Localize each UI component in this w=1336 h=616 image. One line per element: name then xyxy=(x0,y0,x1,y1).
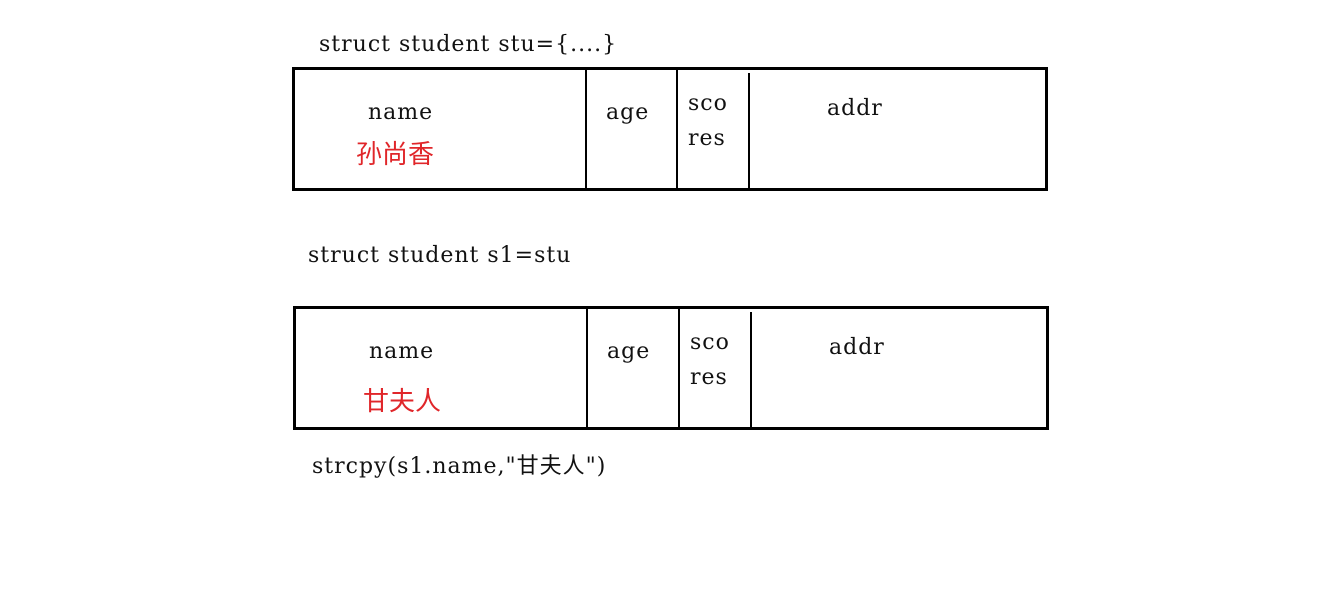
struct-s1-diagram: name 甘夫人 age sco res addr xyxy=(293,306,1049,430)
struct-stu-diagram: name 孙尚香 age sco res addr xyxy=(292,67,1048,191)
field-addr-label: addr xyxy=(827,96,883,121)
divider-scores-addr xyxy=(748,73,750,191)
field-scores-label-line1: sco xyxy=(690,330,730,355)
field-name-label: name xyxy=(369,339,435,364)
field-addr-label: addr xyxy=(829,335,885,360)
divider-age-scores xyxy=(676,67,678,191)
divider-name-age xyxy=(585,67,587,191)
s1-declaration: struct student s1=stu xyxy=(308,243,572,268)
field-age-label: age xyxy=(607,339,651,364)
strcpy-statement: strcpy(s1.name,"甘夫人") xyxy=(312,454,607,479)
field-name-label: name xyxy=(368,100,434,125)
field-age-label: age xyxy=(606,100,650,125)
divider-name-age xyxy=(586,306,588,430)
field-name-value: 甘夫人 xyxy=(363,387,442,417)
divider-age-scores xyxy=(678,306,680,430)
field-scores-label-line2: res xyxy=(690,365,728,390)
divider-scores-addr xyxy=(750,312,752,430)
stu-declaration: struct student stu={....} xyxy=(319,32,618,57)
field-name-value: 孙尚香 xyxy=(356,140,435,170)
field-scores-label-line2: res xyxy=(688,126,726,151)
field-scores-label-line1: sco xyxy=(688,91,728,116)
